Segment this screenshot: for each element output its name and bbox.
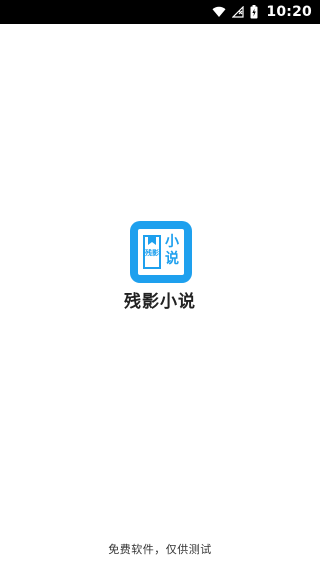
status-icons: 10:20 — [212, 0, 312, 24]
wifi-icon — [212, 6, 226, 18]
bookmark-notch — [148, 235, 156, 245]
logo-big-text: 小说 — [165, 234, 179, 267]
splash-screen: 残影 小说 残影小说 免费软件，仅供测试 — [0, 24, 320, 569]
logo-small-text: 残影 — [145, 249, 159, 257]
status-bar: 10:20 — [0, 0, 320, 24]
cellular-no-signal-icon — [232, 6, 245, 18]
app-name: 残影小说 — [124, 292, 196, 312]
footer-disclaimer: 免费软件，仅供测试 — [108, 543, 212, 556]
app-logo-book: 残影 小说 — [138, 229, 184, 275]
status-time: 10:20 — [266, 4, 312, 20]
battery-charging-icon — [250, 5, 258, 19]
app-logo-icon: 残影 小说 — [130, 221, 192, 283]
